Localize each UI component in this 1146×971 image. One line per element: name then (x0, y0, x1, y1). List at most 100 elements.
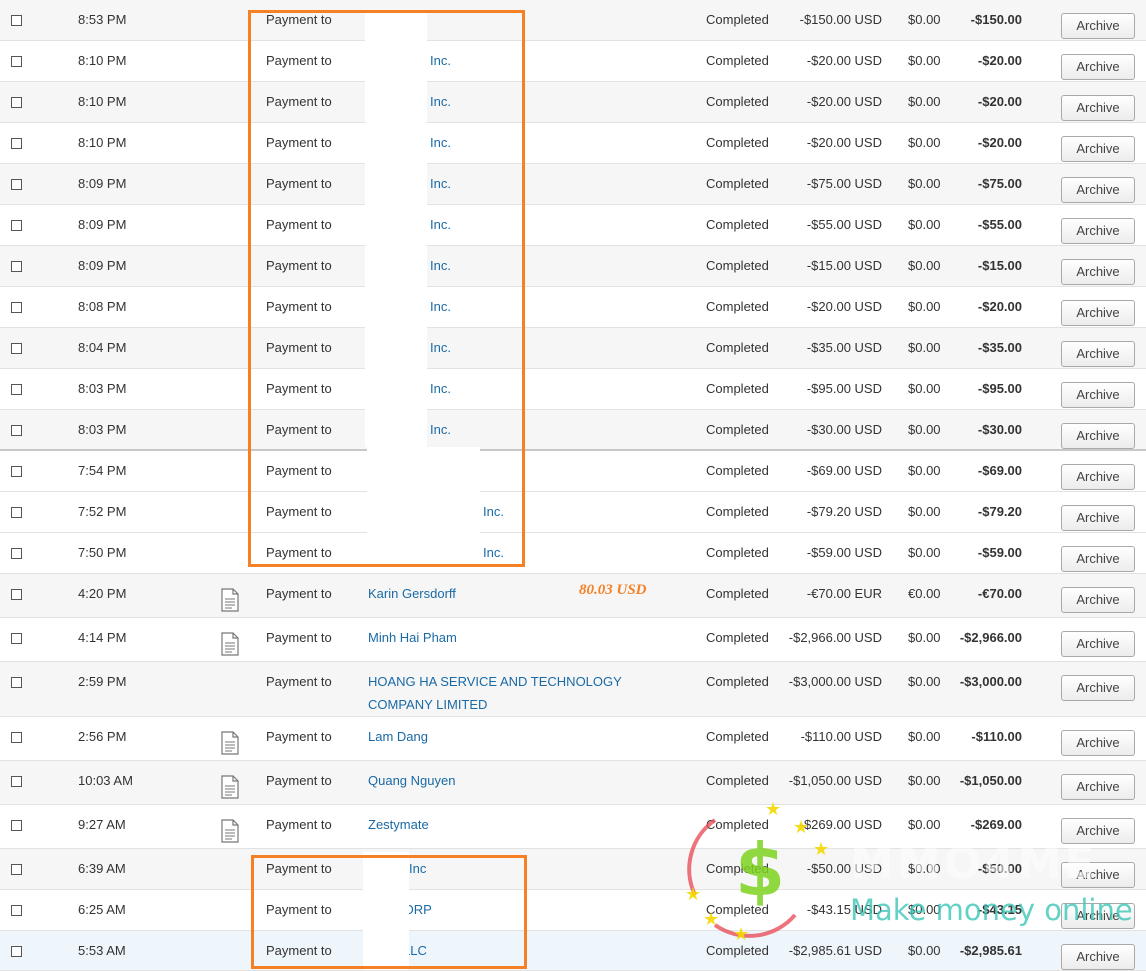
archive-button[interactable]: Archive (1061, 587, 1135, 613)
gross-amount: -$110.00 USD (800, 729, 882, 744)
gross-amount: -$20.00 USD (806, 299, 882, 314)
row-checkbox[interactable] (11, 548, 22, 559)
row-checkbox[interactable] (11, 864, 22, 875)
archive-button[interactable]: Archive (1061, 13, 1135, 39)
time-cell: 7:54 PM (78, 463, 127, 478)
table-row: 8:10 PM Payment to Inc. Completed -$20.00 US… (0, 123, 1146, 164)
row-checkbox[interactable] (11, 589, 22, 600)
archive-button[interactable]: Archive (1061, 631, 1135, 657)
archive-button[interactable]: Archive (1061, 95, 1135, 121)
gross-amount: -$20.00 USD (806, 94, 882, 109)
time-cell: 6:25 AM (78, 902, 126, 917)
recipient-link[interactable]: Karin Gersdorff (368, 586, 456, 602)
recipient-link-line2[interactable]: COMPANY LIMITED (368, 697, 487, 713)
recipient-link[interactable]: Quang Nguyen (368, 773, 455, 789)
gross-amount: -$2,985.61 USD (788, 943, 882, 958)
row-checkbox[interactable] (11, 425, 22, 436)
archive-button[interactable]: Archive (1061, 259, 1135, 285)
archive-button[interactable]: Archive (1061, 818, 1135, 844)
document-icon[interactable] (221, 731, 239, 755)
row-checkbox[interactable] (11, 220, 22, 231)
document-icon[interactable] (221, 588, 239, 612)
row-checkbox[interactable] (11, 466, 22, 477)
table-row: 7:50 PM Payment to Inc. Completed -$59.00 US… (0, 533, 1146, 574)
archive-button[interactable]: Archive (1061, 177, 1135, 203)
archive-button[interactable]: Archive (1061, 423, 1135, 449)
row-checkbox[interactable] (11, 507, 22, 518)
archive-button[interactable]: Archive (1061, 382, 1135, 408)
annotation-note: 80.03 USD (579, 582, 647, 598)
row-checkbox[interactable] (11, 138, 22, 149)
gross-amount: -$3,000.00 USD (788, 674, 882, 689)
net-amount: -$269.00 (970, 817, 1022, 832)
archive-button[interactable]: Archive (1061, 300, 1135, 326)
gross-amount: -$55.00 USD (806, 217, 882, 232)
row-checkbox[interactable] (11, 633, 22, 644)
highlight-box (251, 855, 527, 969)
net-amount: -$30.00 (977, 422, 1022, 437)
table-row: 4:14 PM Payment to Minh Hai Pham Completed -… (0, 618, 1146, 662)
recipient-link[interactable]: Lam Dang (368, 729, 428, 745)
archive-button[interactable]: Archive (1061, 862, 1135, 888)
archive-button[interactable]: Archive (1061, 505, 1135, 531)
time-cell: 4:14 PM (78, 630, 127, 645)
archive-button[interactable]: Archive (1061, 944, 1135, 970)
row-checkbox[interactable] (11, 820, 22, 831)
recipient-link[interactable]: Minh Hai Pham (368, 630, 457, 646)
time-cell: 10:03 AM (78, 773, 133, 788)
time-cell: 7:52 PM (78, 504, 127, 519)
table-row: 8:10 PM Payment to Inc. Completed -$20.00 US… (0, 82, 1146, 123)
document-icon[interactable] (221, 775, 239, 799)
row-checkbox[interactable] (11, 15, 22, 26)
table-row: 5:53 AM Payment to LLC Completed -$2,985.61 … (0, 931, 1146, 971)
row-checkbox[interactable] (11, 384, 22, 395)
row-checkbox[interactable] (11, 905, 22, 916)
row-checkbox[interactable] (11, 677, 22, 688)
time-cell: 8:09 PM (78, 176, 127, 191)
time-cell: 7:50 PM (78, 545, 127, 560)
archive-button[interactable]: Archive (1061, 675, 1135, 701)
archive-button[interactable]: Archive (1061, 54, 1135, 80)
type-cell: Payment to (266, 586, 332, 601)
row-checkbox[interactable] (11, 302, 22, 313)
archive-button[interactable]: Archive (1061, 218, 1135, 244)
archive-button[interactable]: Archive (1061, 136, 1135, 162)
net-amount: -$2,966.00 (959, 630, 1022, 645)
time-cell: 8:08 PM (78, 299, 127, 314)
archive-button[interactable]: Archive (1061, 730, 1135, 756)
row-checkbox[interactable] (11, 343, 22, 354)
gross-amount: -$69.00 USD (806, 463, 882, 478)
time-cell: 4:20 PM (78, 586, 127, 601)
archive-button[interactable]: Archive (1061, 341, 1135, 367)
archive-button[interactable]: Archive (1061, 774, 1135, 800)
archive-button[interactable]: Archive (1061, 464, 1135, 490)
gross-amount: -$79.20 USD (806, 504, 882, 519)
row-checkbox[interactable] (11, 56, 22, 67)
document-icon[interactable] (221, 819, 239, 843)
recipient-link[interactable]: HOANG HA SERVICE AND TECHNOLOGY (368, 674, 622, 690)
table-row: 10:03 AM Payment to Quang Nguyen Completed -… (0, 761, 1146, 805)
gross-amount: -$15.00 USD (806, 258, 882, 273)
net-amount: -$79.20 (977, 504, 1022, 519)
recipient-link[interactable]: Zestymate (368, 817, 429, 833)
net-amount: -$2,985.61 (959, 943, 1022, 958)
row-checkbox[interactable] (11, 776, 22, 787)
net-amount: -$95.00 (977, 381, 1022, 396)
table-row: 8:08 PM Payment to Inc. Completed -$20.00 US… (0, 287, 1146, 328)
row-checkbox[interactable] (11, 97, 22, 108)
row-checkbox[interactable] (11, 732, 22, 743)
table-row: 8:09 PM Payment to Inc. Completed -$15.00 US… (0, 246, 1146, 287)
document-icon[interactable] (221, 632, 239, 656)
archive-button[interactable]: Archive (1061, 903, 1135, 929)
net-amount: -$59.00 (977, 545, 1022, 560)
table-row: 8:03 PM Payment to Inc. Completed -$95.00 US… (0, 369, 1146, 410)
archive-button[interactable]: Archive (1061, 546, 1135, 572)
row-checkbox[interactable] (11, 261, 22, 272)
gross-amount: -$59.00 USD (806, 545, 882, 560)
time-cell: 2:59 PM (78, 674, 127, 689)
row-checkbox[interactable] (11, 179, 22, 190)
time-cell: 8:09 PM (78, 217, 127, 232)
row-checkbox[interactable] (11, 946, 22, 957)
gross-amount: -$35.00 USD (806, 340, 882, 355)
net-amount: -$35.00 (977, 340, 1022, 355)
